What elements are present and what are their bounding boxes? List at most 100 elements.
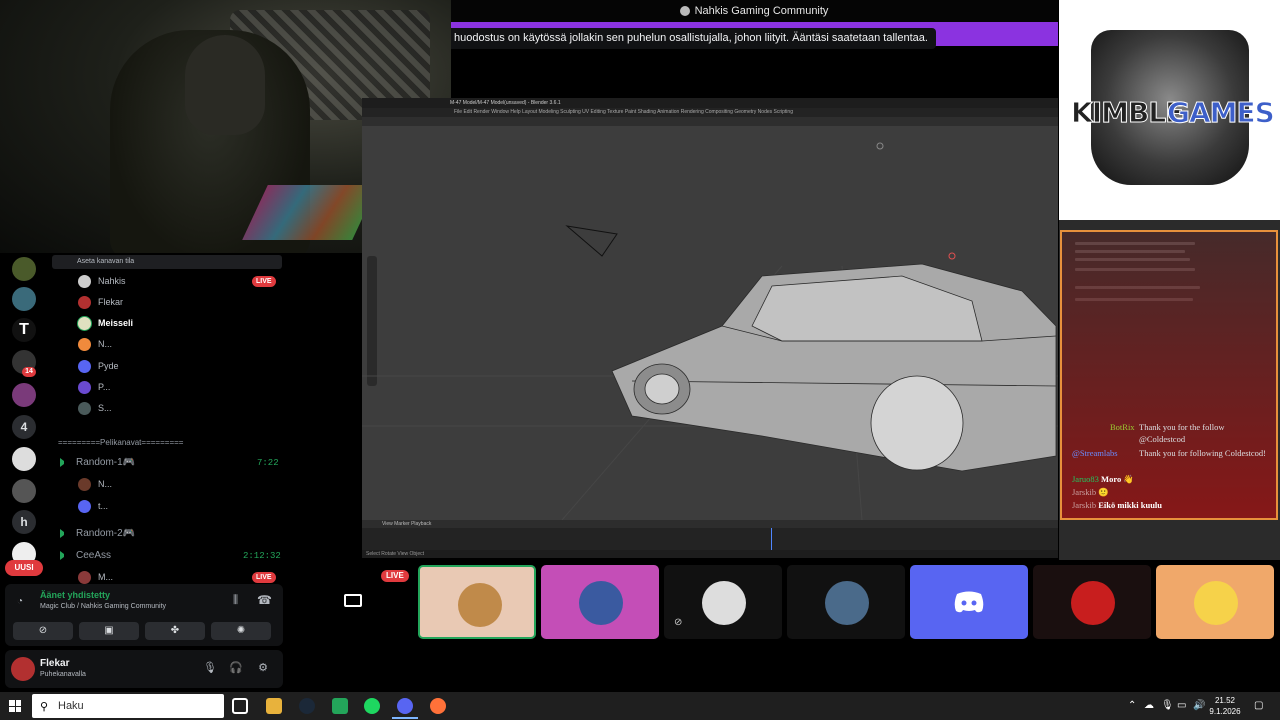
xbox-icon[interactable] <box>332 698 348 714</box>
server-icon-5[interactable] <box>12 383 36 407</box>
username: Flekar <box>40 658 70 669</box>
viewport-header[interactable] <box>362 117 1058 126</box>
voice-user[interactable]: N... <box>78 476 112 492</box>
screen-share-button[interactable]: ▣ <box>79 622 139 640</box>
mention-badge: 14 <box>22 367 36 377</box>
voice-user[interactable]: S... <box>78 400 112 416</box>
voice-connection-panel: ◔ Äänet yhdistetty Magic Club / Nahkis G… <box>5 584 283 646</box>
voice-user[interactable]: P... <box>78 379 110 395</box>
status-bar: Select Rotate View Object <box>362 550 1058 558</box>
stream-tile-user[interactable] <box>787 565 905 639</box>
user-status: Puhekanavalla <box>40 671 86 678</box>
stream-tile-user[interactable] <box>1033 565 1151 639</box>
headphones-icon[interactable]: 🎧 <box>229 661 243 675</box>
stream-tile-user[interactable] <box>910 565 1028 639</box>
playhead[interactable] <box>771 528 772 550</box>
disconnect-icon[interactable]: ☎ <box>257 593 272 607</box>
webcam-keyboard <box>242 185 378 240</box>
settings-gear-icon[interactable]: ⚙ <box>256 661 270 675</box>
channel-timer: 2:12:32 <box>243 551 281 561</box>
blender-menubar[interactable]: File Edit Render Window Help Layout Mode… <box>362 108 1058 117</box>
windows-start-icon[interactable] <box>9 700 21 712</box>
new-badge[interactable]: UUSI <box>5 560 43 576</box>
signal-icon[interactable]: ◔ <box>17 596 23 607</box>
server-icon-2[interactable] <box>12 287 36 311</box>
set-channel-status[interactable]: Aseta kanavan tila <box>52 255 282 269</box>
avatar[interactable] <box>11 657 35 681</box>
voice-user[interactable]: Pyde <box>78 358 119 374</box>
voice-channel[interactable]: Random-1🎮 <box>60 454 135 470</box>
avatar <box>579 581 623 625</box>
network-icon[interactable]: ▭ <box>1177 700 1186 711</box>
voice-user-speaking[interactable]: Meisseli <box>78 315 133 331</box>
server-item-number[interactable]: 4 <box>12 415 36 439</box>
server-icon-1[interactable] <box>12 257 36 281</box>
camera-button[interactable]: ⊘ <box>13 622 73 640</box>
task-view-icon[interactable] <box>232 698 248 714</box>
server-icon <box>679 6 690 16</box>
noise-suppression-icon[interactable]: ⫼ <box>233 594 238 607</box>
speaker-icon <box>60 550 70 560</box>
avatar <box>78 337 91 351</box>
stream-tile-user[interactable] <box>1156 565 1274 639</box>
blender-titlebar: M-47 Model/M-47 Model(unsaved) - Blender… <box>362 98 1058 108</box>
voice-status[interactable]: Äänet yhdistetty <box>40 590 110 600</box>
file-explorer-icon[interactable] <box>266 698 282 714</box>
tesla-server-icon[interactable]: T <box>12 318 36 342</box>
steam-icon[interactable] <box>299 698 315 714</box>
firefox-icon[interactable] <box>430 698 446 714</box>
notification-icon[interactable]: ▢ <box>1254 700 1263 711</box>
voice-channel[interactable]: CeeAss <box>60 547 111 563</box>
stream-tile-user[interactable]: ⊘ <box>664 565 782 639</box>
stream-tile-user[interactable] <box>418 565 536 639</box>
light-object <box>948 252 956 260</box>
channel-timer: 7:22 <box>257 458 279 468</box>
server-title: Nahkis Gaming Community <box>694 5 829 17</box>
screen-share-icon <box>344 594 362 607</box>
onedrive-icon[interactable]: ☁ <box>1144 700 1154 711</box>
voice-channel[interactable]: Random-2🎮 <box>60 525 135 541</box>
car-model <box>611 263 1057 472</box>
live-badge: LIVE <box>252 572 276 583</box>
blender-window: M-47 Model/M-47 Model(unsaved) - Blender… <box>362 98 1058 558</box>
voice-channel-path: Magic Club / Nahkis Gaming Community <box>40 603 167 610</box>
clock[interactable]: 21.52 9.1.2026 <box>1205 695 1245 717</box>
avatar <box>78 380 91 394</box>
server-icon-7[interactable] <box>12 447 36 471</box>
microphone-icon[interactable]: 🎙 <box>1161 700 1174 711</box>
voice-user[interactable]: N... <box>78 336 112 352</box>
spotify-icon[interactable] <box>364 698 380 714</box>
rear-wheel <box>870 375 964 471</box>
channel-category[interactable]: =========Pelikanavat========= <box>58 438 183 447</box>
microphone-icon[interactable]: 🎙 <box>203 661 217 675</box>
voice-user[interactable]: Nahkis <box>78 273 126 289</box>
3d-viewport[interactable] <box>362 126 1058 520</box>
soundboard-button[interactable]: ✺ <box>211 622 271 640</box>
server-item-letter[interactable]: h <box>12 510 36 534</box>
search-box[interactable]: ⚲ Haku <box>32 694 224 718</box>
avatar <box>78 295 91 309</box>
live-badge: LIVE <box>252 276 276 287</box>
avatar <box>78 401 91 415</box>
voice-user[interactable]: Flekar <box>78 294 123 310</box>
avatar <box>78 274 91 288</box>
voice-user[interactable]: t... <box>78 498 108 514</box>
stream-tile-user[interactable] <box>541 565 659 639</box>
chat-message: Jarskib Eikö mikki kuulu <box>1072 500 1163 510</box>
chat-message: Jarskib 🙂 <box>1072 487 1109 497</box>
active-app-indicator <box>392 717 418 719</box>
camera-object <box>565 225 618 257</box>
chevron-up-icon[interactable]: ⌃ <box>1128 700 1136 711</box>
server-icon-8[interactable] <box>12 479 36 503</box>
recording-notice: huodostus on käytössä jollakin sen puhel… <box>446 28 936 49</box>
voice-user[interactable]: M... <box>78 569 113 585</box>
speaker-icon <box>60 457 70 467</box>
volume-icon[interactable]: 🔊 <box>1193 700 1205 711</box>
camera-off-icon: ⊘ <box>38 625 48 636</box>
live-badge: LIVE <box>381 570 409 582</box>
discord-icon[interactable] <box>397 698 413 714</box>
webcam-head <box>185 35 265 135</box>
activities-button[interactable]: ✤ <box>145 622 205 640</box>
timeline-header[interactable]: View Marker Playback <box>362 520 1058 528</box>
avatar <box>702 581 746 625</box>
